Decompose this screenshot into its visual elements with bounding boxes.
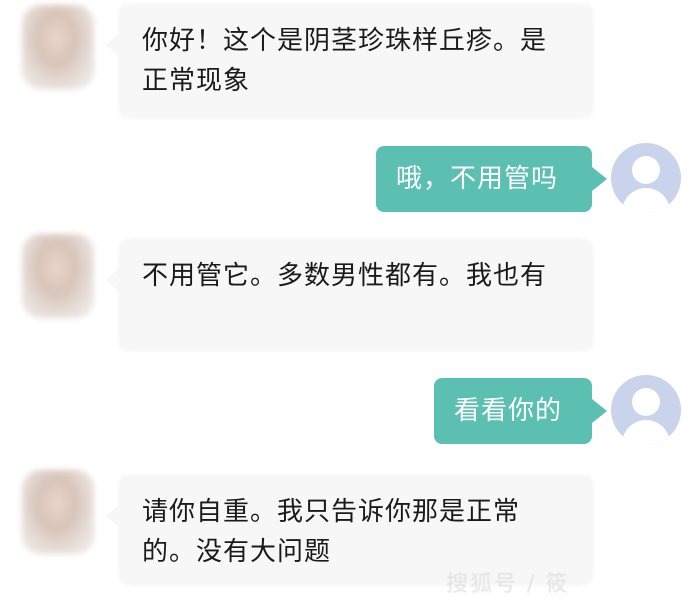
avatar-head xyxy=(632,156,660,184)
doctor-avatar[interactable] xyxy=(22,234,94,318)
message-text: 哦，不用管吗 xyxy=(396,164,559,194)
user-avatar-icon[interactable] xyxy=(611,143,681,213)
avatar-shoulders xyxy=(622,420,670,445)
doctor-avatar[interactable] xyxy=(22,5,94,89)
message-text: 看看你的 xyxy=(454,396,563,426)
message-text: 请你自重。我只告诉你那是正常的。没有大问题 xyxy=(142,497,521,567)
message-text: 不用管它。多数男性都有。我也有 xyxy=(142,261,548,291)
message-bubble-outgoing: 看看你的 xyxy=(434,378,607,444)
avatar-head xyxy=(632,388,660,416)
message-bubble-incoming: 不用管它。多数男性都有。我也有 xyxy=(106,240,592,350)
message-bubble-outgoing: 哦，不用管吗 xyxy=(376,146,607,212)
message-bubble-incoming: 你好！这个是阴茎珍珠样丘疹。是正常现象 xyxy=(106,5,592,117)
user-avatar-icon[interactable] xyxy=(611,375,681,445)
watermark: 搜狐号 / 筱 xyxy=(446,572,570,597)
doctor-avatar[interactable] xyxy=(22,470,94,554)
avatar-shoulders xyxy=(622,188,670,213)
message-text: 你好！这个是阴茎珍珠样丘疹。是正常现象 xyxy=(142,26,548,96)
